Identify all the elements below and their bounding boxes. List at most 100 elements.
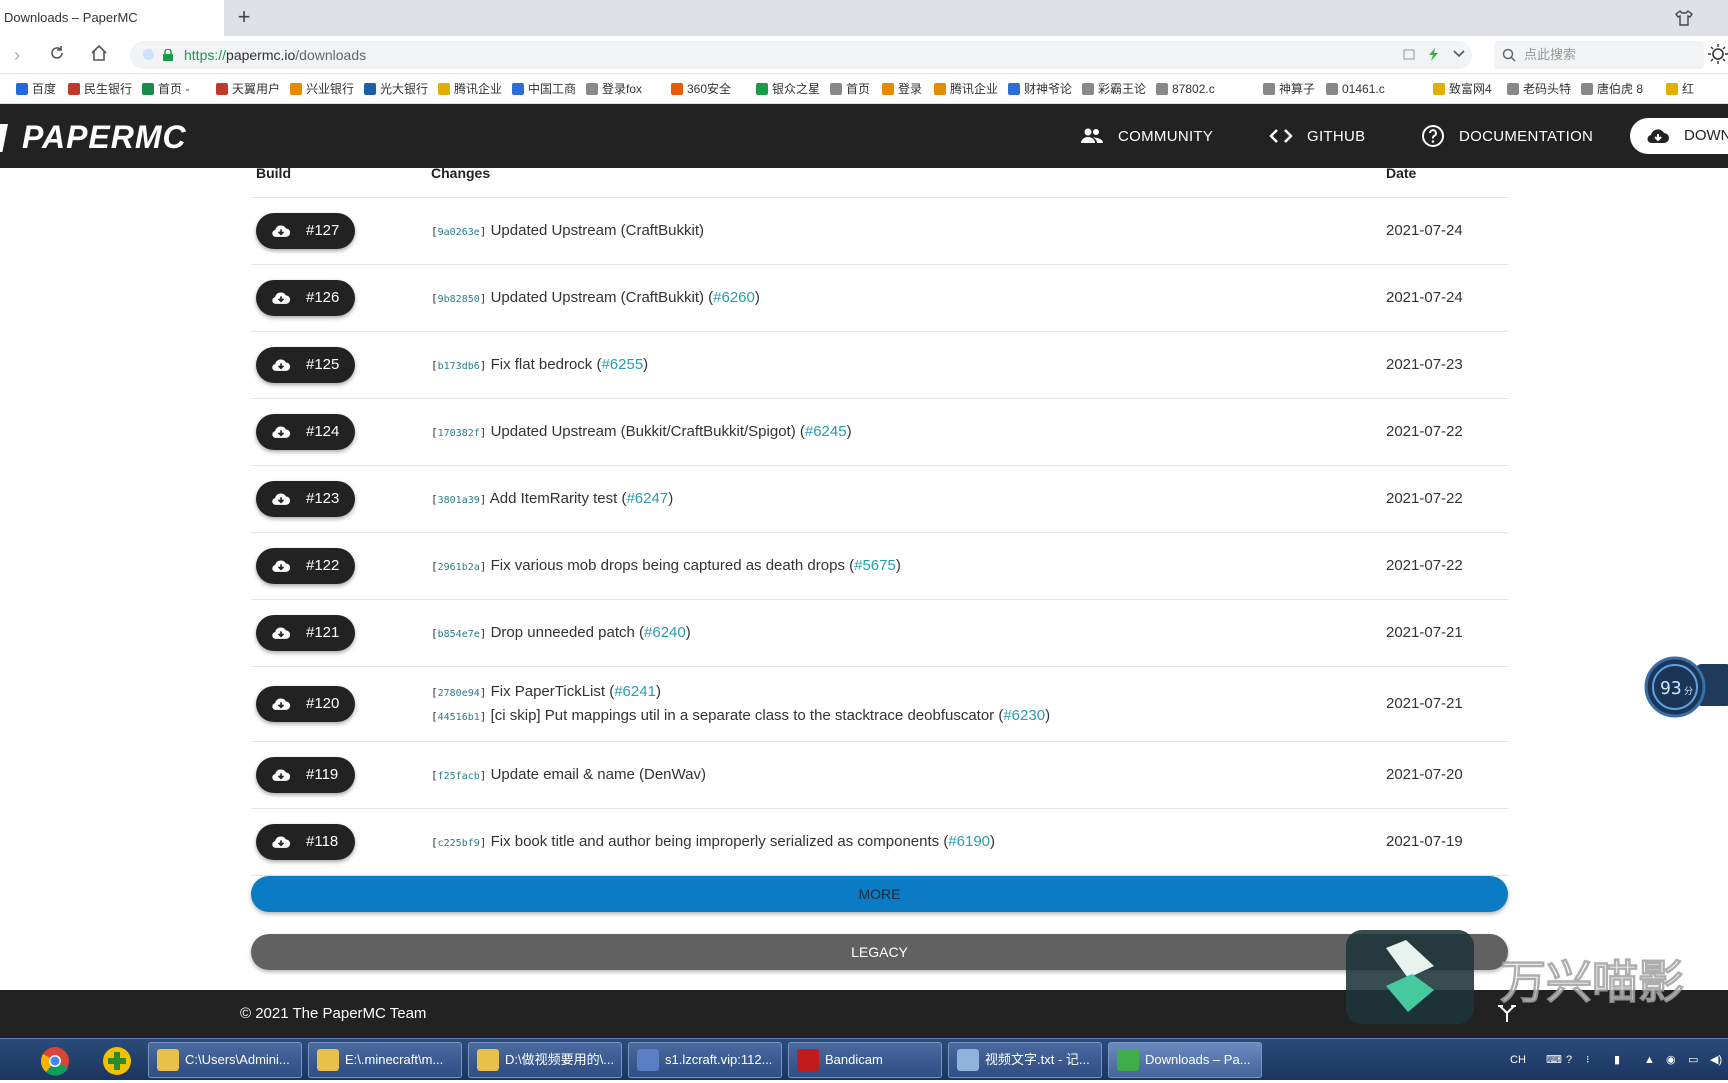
build-download-button[interactable]: #118 [256, 824, 355, 860]
bookmark-item[interactable]: 致富网4 [1433, 81, 1492, 97]
shirt-icon[interactable] [1674, 8, 1694, 28]
bookmark-item[interactable]: 唐伯虎 8 [1581, 81, 1643, 97]
home-icon[interactable] [88, 44, 110, 66]
taskbar-window-label: C:\Users\Admini... [185, 1052, 290, 1067]
build-download-button[interactable]: #122 [256, 548, 355, 584]
bookmark-item[interactable]: 光大银行 [364, 81, 428, 97]
bookmark-item[interactable]: 中国工商 [512, 81, 576, 97]
bookmark-item[interactable]: 老码头特 [1507, 81, 1571, 97]
taskbar-window-button[interactable]: Downloads – Pa... [1108, 1042, 1262, 1078]
network-icon[interactable]: ◉ [1666, 1047, 1676, 1073]
bookmark-item[interactable]: 登录fox [586, 81, 642, 97]
nav-downloads[interactable]: DOWNLOADS [1630, 118, 1728, 154]
site-info-icon[interactable] [143, 49, 154, 60]
pull-request-link[interactable]: #6240 [644, 624, 686, 641]
site-header: PAPERMC COMMUNITY GITHUB DOCUMENTATION D… [0, 104, 1728, 168]
pull-request-link[interactable]: #6245 [805, 423, 847, 440]
nav-github[interactable]: GITHUB [1269, 126, 1365, 148]
bookmark-item[interactable]: 天翼用户 [216, 81, 280, 97]
commit-hash-link[interactable]: 2780e94 [438, 688, 480, 699]
commit-hash-link[interactable]: b854e7e [438, 629, 480, 640]
commit-hash-link[interactable]: 2961b2a [438, 562, 480, 573]
pull-request-link[interactable]: #6247 [626, 490, 668, 507]
nav-downloads-label: DOWNLOADS [1684, 127, 1728, 144]
commit-hash-link[interactable]: c225bf9 [438, 838, 480, 849]
pull-request-link[interactable]: #5675 [854, 557, 896, 574]
brightness-icon[interactable] [1708, 44, 1728, 64]
keyboard-icon[interactable]: ⌨ [1546, 1047, 1562, 1073]
url-input[interactable]: https://papermc.io/downloads [130, 41, 1472, 69]
bookmark-favicon-icon [364, 83, 376, 95]
pull-request-link[interactable]: #6230 [1003, 707, 1045, 724]
volume-icon[interactable]: ◀) [1710, 1047, 1722, 1073]
bookmark-item[interactable]: 87802.c [1156, 81, 1215, 97]
bookmark-item[interactable]: 腾讯企业 [934, 81, 998, 97]
speed-score-widget[interactable]: 93 分 [1644, 656, 1728, 718]
legacy-button[interactable]: LEGACY [251, 934, 1508, 970]
taskbar-window-button[interactable]: C:\Users\Admini... [148, 1042, 302, 1078]
taskbar-window-button[interactable]: Bandicam [788, 1042, 942, 1078]
chrome-icon[interactable] [38, 1044, 72, 1078]
build-download-button[interactable]: #123 [256, 481, 355, 517]
pull-request-link[interactable]: #6190 [948, 833, 990, 850]
bookmark-item[interactable]: 彩霸王论 [1082, 81, 1146, 97]
pull-request-link[interactable]: #6255 [601, 356, 643, 373]
pull-request-link[interactable]: #6260 [713, 289, 755, 306]
bookmark-item[interactable]: 民生银行 [68, 81, 132, 97]
tray-expand-icon[interactable]: ▲ [1644, 1047, 1655, 1073]
table-row: #125 [b173db6] Fix flat bedrock (#6255) 20… [251, 332, 1508, 399]
build-download-button[interactable]: #125 [256, 347, 355, 383]
nav-community[interactable]: COMMUNITY [1080, 126, 1213, 148]
taskbar-window-button[interactable]: E:\.minecraft\m... [308, 1042, 462, 1078]
bookmark-item[interactable]: 百度 [16, 81, 56, 97]
language-indicator[interactable]: CH [1510, 1047, 1526, 1073]
bracket-open: [ [431, 769, 438, 782]
commit-hash-link[interactable]: 9b82850 [438, 294, 480, 305]
build-download-button[interactable]: #127 [256, 213, 355, 249]
bookmark-item[interactable]: 银众之星 [756, 81, 820, 97]
commit-hash-link[interactable]: 3801a39 [438, 495, 480, 506]
commit-hash-link[interactable]: b173db6 [438, 361, 480, 372]
taskbar-window-button[interactable]: D:\做视频要用的\... [468, 1042, 622, 1078]
display-icon[interactable]: ▭ [1688, 1047, 1698, 1073]
build-number: #119 [306, 766, 339, 783]
commit-hash-link[interactable]: 170382f [438, 428, 480, 439]
commit-hash-link[interactable]: 44516b1 [438, 712, 480, 723]
commit-message: Update email & name (DenWav) [490, 766, 706, 783]
bookmark-item[interactable]: 360安全 [671, 81, 731, 97]
more-button[interactable]: MORE [251, 876, 1508, 912]
folder-icon [157, 1049, 179, 1071]
browser-tab-active[interactable]: Downloads – PaperMC [0, 0, 224, 36]
taskbar-window-button[interactable]: s1.lzcraft.vip:112... [628, 1042, 782, 1078]
help-icon[interactable]: ? [1566, 1047, 1572, 1073]
build-download-button[interactable]: #126 [256, 280, 355, 316]
bookmark-item[interactable]: 首页 - [142, 81, 189, 97]
bookmark-item[interactable]: 腾讯企业 [438, 81, 502, 97]
bookmark-item[interactable]: 首页 [830, 81, 870, 97]
health-plus-icon[interactable] [100, 1044, 134, 1078]
build-download-button[interactable]: #124 [256, 414, 355, 450]
pull-request-link[interactable]: #6241 [614, 683, 656, 700]
new-tab-button[interactable]: + [232, 6, 256, 30]
taskbar-window-button[interactable]: 视频文字.txt - 记... [948, 1042, 1102, 1078]
bookmark-item[interactable]: 财神爷论 [1008, 81, 1072, 97]
commit-hash-link[interactable]: f25facb [438, 771, 480, 782]
bookmark-item[interactable]: 兴业银行 [290, 81, 354, 97]
build-download-button[interactable]: #121 [256, 615, 355, 651]
build-download-button[interactable]: #120 [256, 686, 355, 722]
battery-icon[interactable]: ▮ [1614, 1047, 1620, 1073]
bookmark-item[interactable]: 01461.c [1326, 81, 1385, 97]
build-download-button[interactable]: #119 [256, 757, 355, 793]
tray-options-icon[interactable]: ⁝ [1586, 1047, 1590, 1073]
bookmark-item[interactable]: 神算子 [1263, 81, 1315, 97]
bookmark-label: 红 [1682, 82, 1695, 96]
forward-icon[interactable]: › [6, 44, 28, 66]
nav-documentation[interactable]: DOCUMENTATION [1421, 125, 1593, 148]
commit-message: Fix PaperTickList ( [490, 683, 615, 700]
reload-icon[interactable] [46, 44, 68, 66]
commit-hash-link[interactable]: 9a0263e [438, 227, 480, 238]
bookmark-item[interactable]: 登录 [882, 81, 922, 97]
bookmark-item[interactable]: 红 [1666, 81, 1694, 97]
bookmark-label: 87802.c [1172, 82, 1215, 96]
browser-search-input[interactable]: 点此搜索 [1494, 41, 1704, 69]
